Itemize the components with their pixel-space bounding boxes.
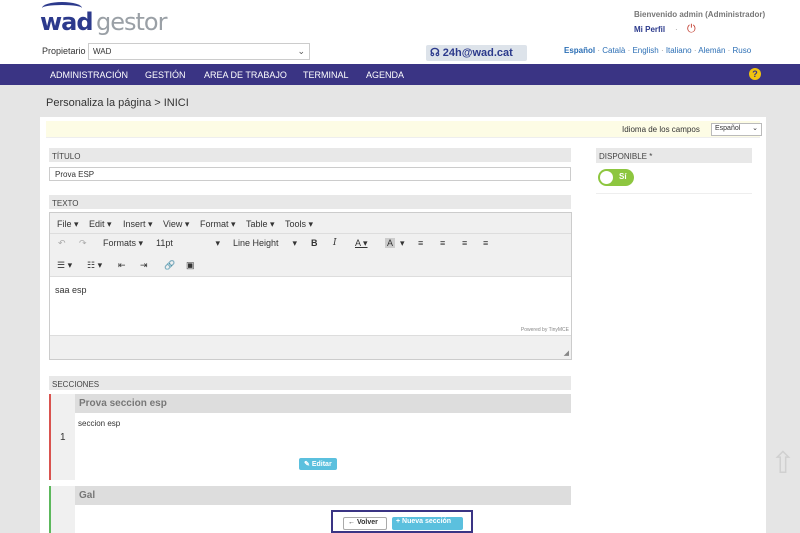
lang-de[interactable]: Alemán — [698, 46, 725, 55]
indent-icon[interactable]: ⇥ — [140, 260, 148, 271]
owner-select-value: WAD — [93, 47, 112, 56]
owner-select[interactable]: WAD ⌄ — [88, 43, 310, 60]
field-language-value: Español — [715, 125, 741, 132]
nav-item-area-trabajo[interactable]: AREA DE TRABAJO — [204, 70, 287, 80]
nav-item-agenda[interactable]: AGENDA — [366, 70, 404, 80]
italic-icon[interactable]: I — [333, 238, 337, 248]
toggle-text: Sí — [619, 172, 627, 181]
my-profile-link[interactable]: Mi Perfil — [634, 25, 665, 34]
field-language-select[interactable]: Español ⌄ — [711, 123, 762, 136]
nav-item-administracion[interactable]: ADMINISTRACIÓN — [50, 70, 128, 80]
logout-power-icon[interactable]: ⏻ — [687, 23, 696, 36]
font-size-dropdown[interactable]: 11pt ▾ — [156, 238, 220, 248]
nav-item-terminal[interactable]: TERMINAL — [303, 70, 349, 80]
edit-section-button[interactable]: ✎ Editar — [299, 458, 337, 470]
section-title: Prova seccion esp — [75, 394, 571, 413]
support-phone-text: 24h@wad.cat — [442, 47, 513, 59]
content-panel: Idioma de los campos Español ⌄ TÍTULO Pr… — [40, 117, 766, 533]
available-toggle[interactable]: Sí — [598, 169, 634, 186]
title-label: TÍTULO — [49, 148, 571, 162]
help-icon[interactable]: ? — [749, 68, 761, 80]
field-language-label: Idioma de los campos — [622, 125, 700, 134]
menu-file[interactable]: File ▾ — [57, 219, 79, 230]
bullet-list-icon[interactable]: ☰ ▾ — [57, 260, 72, 271]
background-color-icon[interactable]: A — [385, 238, 396, 248]
align-center-icon[interactable]: ≡ — [440, 238, 445, 248]
lang-ru[interactable]: Ruso — [733, 46, 752, 55]
line-height-dropdown[interactable]: Line Height ▾ — [233, 238, 297, 248]
breadcrumb: Personaliza la página > INICI — [46, 97, 189, 109]
align-left-icon[interactable]: ≡ — [418, 238, 423, 248]
section-item-2: Gal — [49, 486, 571, 533]
text-color-icon[interactable]: A ▾ — [355, 238, 368, 249]
support-phone[interactable]: ☊ 24h@wad.cat — [426, 45, 527, 61]
available-label: DISPONIBLE * — [596, 148, 752, 163]
editor-menubar: File ▾ Edit ▾ Insert ▾ View ▾ Format ▾ T… — [50, 213, 571, 234]
outdent-icon[interactable]: ⇤ — [118, 260, 126, 271]
menu-table[interactable]: Table ▾ — [246, 219, 275, 230]
text-label: TEXTO — [49, 195, 571, 209]
lang-es[interactable]: Español — [564, 46, 595, 55]
headset-icon: ☊ — [430, 47, 440, 59]
title-input[interactable]: Prova ESP — [49, 167, 571, 181]
menu-insert[interactable]: Insert ▾ — [123, 219, 153, 230]
chevron-down-icon: ⌄ — [297, 46, 305, 56]
scroll-top-arrow-icon[interactable]: ⇧ — [768, 449, 798, 479]
align-justify-icon[interactable]: ≡ — [483, 238, 488, 248]
editor-toolbar-1: ↶ ↷ Formats ▾ 11pt ▾ Line Height ▾ B I A ▾… — [50, 234, 571, 256]
arrow-left-icon: ← — [348, 519, 355, 526]
field-language-bar: Idioma de los campos Español ⌄ — [46, 121, 762, 138]
image-icon[interactable]: ▣ — [186, 260, 195, 271]
section-item-1: Prova seccion esp seccion esp ✎ Editar 1 — [49, 394, 571, 480]
language-selector: Español · Català · English · Italiano · … — [564, 46, 752, 55]
editor-statusbar: ◢ — [50, 335, 571, 359]
rich-text-editor: File ▾ Edit ▾ Insert ▾ View ▾ Format ▾ T… — [49, 212, 572, 360]
welcome-text: Bienvenido admin (Administrador) — [634, 10, 766, 19]
section-body: seccion esp ✎ Editar — [75, 413, 571, 480]
editor-content[interactable]: saa esp — [55, 285, 87, 295]
logo-text-gestor: gestor — [96, 8, 167, 36]
resize-handle-icon[interactable]: ◢ — [564, 349, 569, 357]
lang-en[interactable]: English — [632, 46, 658, 55]
lang-it[interactable]: Italiano — [666, 46, 692, 55]
bold-icon[interactable]: B — [311, 238, 318, 248]
menu-view[interactable]: View ▾ — [163, 219, 189, 230]
action-bar: ← Volver + Nueva sección — [331, 510, 473, 533]
chevron-down-icon: ⌄ — [752, 125, 758, 132]
link-icon[interactable]: 🔗 — [164, 260, 175, 271]
editor-toolbar-2: ☰ ▾ ☷ ▾ ⇤ ⇥ 🔗 ▣ — [50, 256, 571, 277]
plus-icon: + — [396, 518, 401, 525]
numbered-list-icon[interactable]: ☷ ▾ — [87, 260, 102, 271]
owner-label: Propietario — [42, 46, 86, 56]
menu-tools[interactable]: Tools ▾ — [285, 219, 313, 230]
redo-icon[interactable]: ↷ — [79, 238, 87, 249]
undo-icon[interactable]: ↶ — [58, 238, 66, 249]
chevron-down-icon[interactable]: ▾ — [400, 238, 405, 249]
menu-edit[interactable]: Edit ▾ — [89, 219, 112, 230]
align-right-icon[interactable]: ≡ — [462, 238, 467, 248]
top-header: wad gestor Propietario WAD ⌄ ☊ 24h@wad.ca… — [0, 0, 800, 64]
toggle-knob — [600, 171, 613, 184]
nav-item-gestion[interactable]: GESTIÓN — [145, 70, 186, 80]
section-title: Gal — [75, 486, 571, 505]
edit-icon: ✎ — [304, 461, 310, 468]
menu-format[interactable]: Format ▾ — [200, 219, 236, 230]
divider — [596, 193, 752, 194]
sections-label: SECCIONES — [49, 376, 571, 390]
header-separator: · — [675, 25, 678, 34]
logo-text-wad: wad — [40, 8, 94, 36]
lang-ca[interactable]: Català — [602, 46, 625, 55]
section-number: 1 — [60, 432, 66, 443]
powered-by-tinymce[interactable]: Powered by TinyMCE — [521, 327, 569, 333]
new-section-button[interactable]: + Nueva sección — [392, 517, 463, 530]
back-button[interactable]: ← Volver — [343, 517, 387, 530]
wadgestor-logo[interactable]: wad gestor — [40, 2, 167, 38]
main-nav: ADMINISTRACIÓN GESTIÓN AREA DE TRABAJO T… — [0, 64, 800, 85]
section-body — [75, 505, 571, 533]
formats-dropdown[interactable]: Formats ▾ — [103, 238, 143, 249]
section-text: seccion esp — [78, 419, 121, 428]
